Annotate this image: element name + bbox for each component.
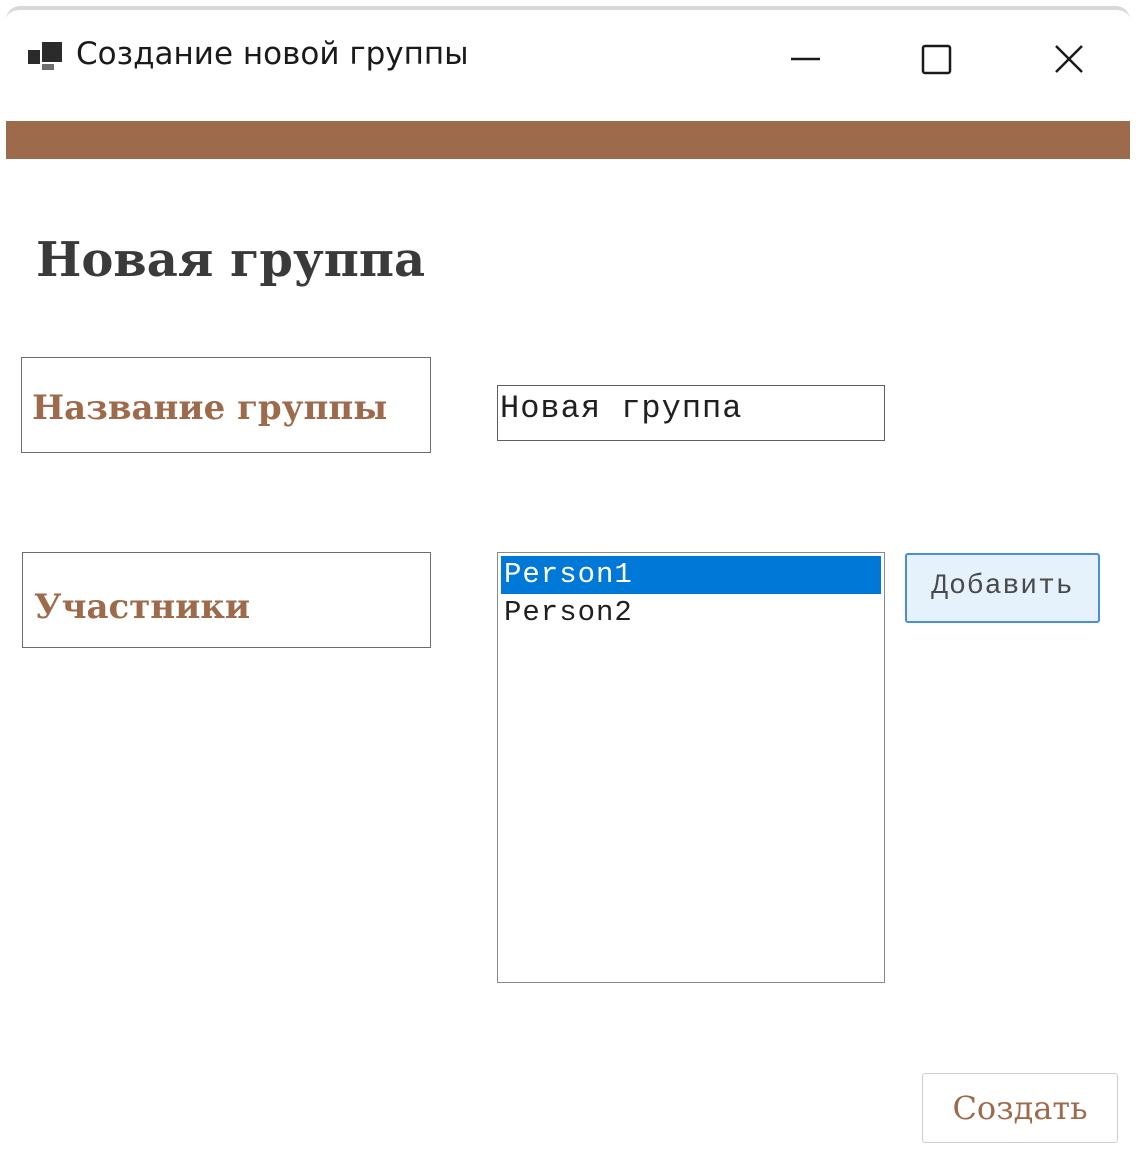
page-title: Новая группа [36, 232, 426, 288]
close-button[interactable] [1034, 26, 1104, 86]
members-label: Участники [34, 587, 251, 627]
add-button[interactable]: Добавить [905, 553, 1100, 623]
group-name-input[interactable]: Новая группа [497, 385, 885, 441]
title-bar[interactable]: Создание новой группы [6, 10, 1130, 120]
members-listbox[interactable]: Person1 Person2 [497, 552, 885, 983]
accent-bar [6, 121, 1130, 159]
dialog-window: Создание новой группы Новая группа Назва… [6, 6, 1130, 1172]
group-name-label: Название группы [32, 388, 388, 428]
group-name-label-box: Название группы [21, 357, 431, 453]
close-icon [1055, 45, 1083, 73]
maximize-button[interactable] [901, 26, 971, 86]
minimize-icon [791, 57, 820, 61]
list-item[interactable]: Person2 [501, 594, 881, 632]
app-window-icon [28, 38, 62, 72]
list-item[interactable]: Person1 [501, 556, 881, 594]
window-title: Создание новой группы [76, 36, 469, 72]
members-label-box: Участники [22, 552, 431, 648]
minimize-button[interactable] [770, 26, 840, 86]
maximize-icon [921, 44, 952, 75]
create-button[interactable]: Создать [922, 1073, 1118, 1143]
